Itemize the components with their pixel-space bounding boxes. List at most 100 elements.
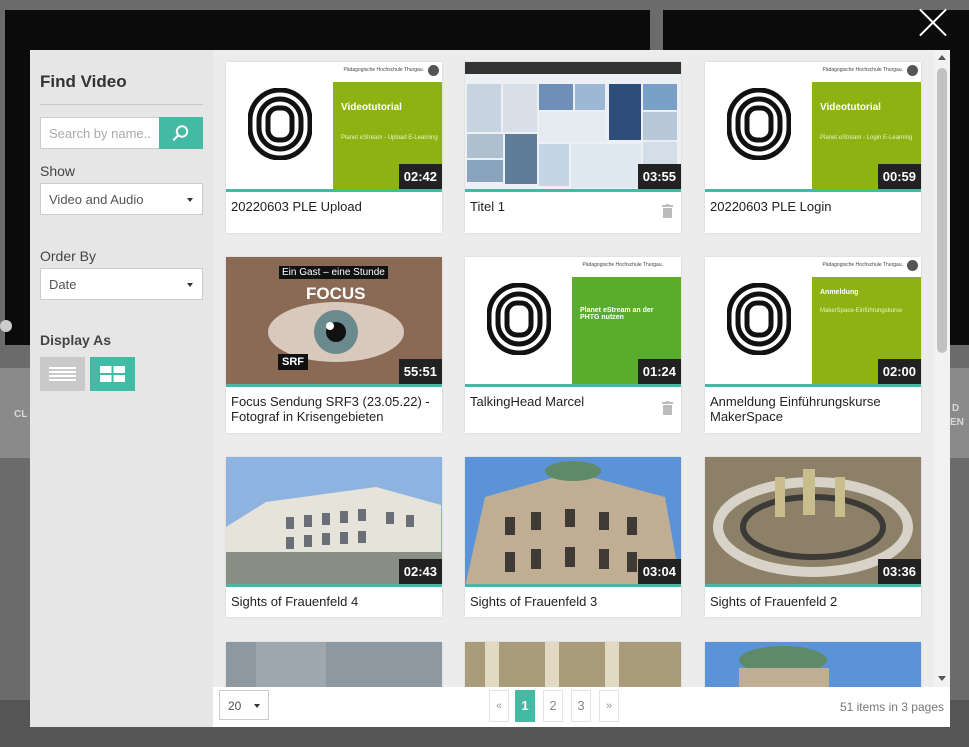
prev-page-button[interactable]: « [489,690,509,722]
thumbnail-header: Pädagogische Hochschule Thurgau. [822,262,903,268]
thumbnail-title: Videotutorial [341,102,402,113]
video-card[interactable] [226,642,442,687]
video-thumbnail: Pädagogische Hochschule Thurgau. Videotu… [226,62,442,192]
sidebar-title: Find Video [40,72,127,91]
video-card[interactable]: 03:04 Sights of Frauenfeld 3 [465,457,681,617]
spiral-logo-icon [727,283,791,355]
thumbnail-title: FOCUS [306,284,366,303]
filter-sidebar: Find Video Show Video and Audio Order By… [30,50,213,727]
photo-tile [539,112,605,142]
video-card[interactable]: Pädagogische Hochschule Thurgau. Videotu… [226,62,442,233]
duration-badge: 03:36 [877,559,921,584]
next-page-button[interactable]: » [599,690,619,722]
srf-logo: SRF [278,354,308,370]
list-view-icon [49,367,76,381]
search-input[interactable] [40,117,159,149]
video-card[interactable] [465,642,681,687]
duration-badge: 01:24 [637,359,681,384]
show-select[interactable]: Video and Audio [40,183,203,215]
video-thumbnail: 03:04 [465,457,681,587]
photo-illustration [226,642,442,687]
order-by-select[interactable]: Date [40,268,203,300]
video-title: 20220603 PLE Upload [231,199,362,214]
thumbnail-subtitle: Planet eStream - Upload E-Learning [341,135,438,141]
video-card[interactable]: 03:55 Titel 1 [465,62,681,233]
duration-badge: 02:00 [877,359,921,384]
video-title: TalkingHead Marcel [470,394,585,409]
video-thumbnail [226,642,442,687]
video-card[interactable]: Pädagogische Hochschule Thurgau. Planet … [465,257,681,433]
chevron-down-icon [187,198,193,202]
video-title: Titel 1 [470,199,505,214]
page-size-select[interactable]: 20 [219,690,269,720]
photo-tile [643,84,677,110]
video-thumbnail: Pädagogische Hochschule Thurgau. Planet … [465,257,681,387]
video-thumbnail: Pädagogische Hochschule Thurgau. Videotu… [705,62,921,192]
pagination-footer: 20 « 1 2 3 » 51 items in 3 pages [213,687,950,727]
thumbnail-app-bar [465,62,681,74]
grid-scrollbar[interactable] [934,50,950,687]
trash-icon[interactable] [662,401,673,415]
photo-tile [467,134,503,158]
sidebar-divider [40,104,203,105]
photo-tile [571,144,641,188]
photo-tile [539,144,569,186]
order-by-select-value: Date [49,277,77,292]
duration-badge: 03:55 [637,164,681,189]
thumbnail-tagline: Ein Gast – eine Stunde [279,266,388,279]
duration-badge: 02:42 [398,164,442,189]
chevron-down-icon [187,283,193,287]
scroll-up-arrow-icon[interactable] [938,55,946,60]
scrollbar-thumb[interactable] [937,68,947,353]
video-card[interactable]: Pädagogische Hochschule Thurgau. Videotu… [705,62,921,233]
video-title: Focus Sendung SRF3 (23.05.22) - Fotograf… [231,394,430,424]
video-card[interactable] [705,642,921,687]
video-title: Sights of Frauenfeld 3 [470,594,598,609]
duration-badge: 55:51 [398,359,442,384]
photo-tile [467,160,503,182]
thumbnail-title: Anmeldung [820,289,859,296]
pagination-summary: 51 items in 3 pages [839,700,944,714]
thumbnail-subtitle: MakerSpace-Einführungskurse [820,308,903,314]
video-card[interactable]: Ein Gast – eine Stunde FOCUS SRF 55:51 F… [226,257,442,433]
search-icon [172,125,189,141]
scroll-down-arrow-icon[interactable] [938,676,946,681]
photo-tile [609,84,641,140]
video-title: 20220603 PLE Login [710,199,832,214]
page-size-value: 20 [228,699,242,713]
video-card[interactable]: 03:36 Sights of Frauenfeld 2 [705,457,921,617]
show-label: Show [40,163,76,179]
photo-tile [643,112,677,140]
page-button-3[interactable]: 3 [571,690,591,722]
grid-view-button[interactable] [90,357,135,391]
page-button-2[interactable]: 2 [543,690,563,722]
logo-icon [428,65,439,76]
show-select-value: Video and Audio [49,192,144,207]
logo-icon [907,65,918,76]
background-text-fragment: EN [950,417,964,428]
video-title: Anmeldung Einführungskurse MakerSpace [710,394,881,424]
duration-badge: 00:59 [877,164,921,189]
thumbnail-title: Videotutorial [820,102,881,113]
list-view-button[interactable] [40,357,85,391]
photo-tile [503,84,537,132]
video-thumbnail [465,642,681,687]
logo-icon [907,260,918,271]
photo-tile [643,142,677,164]
video-title: Sights of Frauenfeld 4 [231,594,359,609]
photo-tile [539,84,573,110]
background-text-fragment: CL [14,409,28,420]
photo-illustration [465,642,681,687]
video-card[interactable]: Pädagogische Hochschule Thurgau. Anmeldu… [705,257,921,433]
search-button[interactable] [159,117,203,149]
video-card[interactable]: 02:43 Sights of Frauenfeld 4 [226,457,442,617]
display-as-label: Display As [40,332,112,348]
page-button-1[interactable]: 1 [515,690,535,722]
close-modal-icon[interactable] [917,6,949,38]
order-by-label: Order By [40,248,97,264]
trash-icon[interactable] [662,204,673,218]
grid-view-icon [100,366,125,382]
search-group [40,117,203,149]
video-thumbnail: 03:55 [465,62,681,192]
video-thumbnail: Ein Gast – eine Stunde FOCUS SRF 55:51 [226,257,442,387]
